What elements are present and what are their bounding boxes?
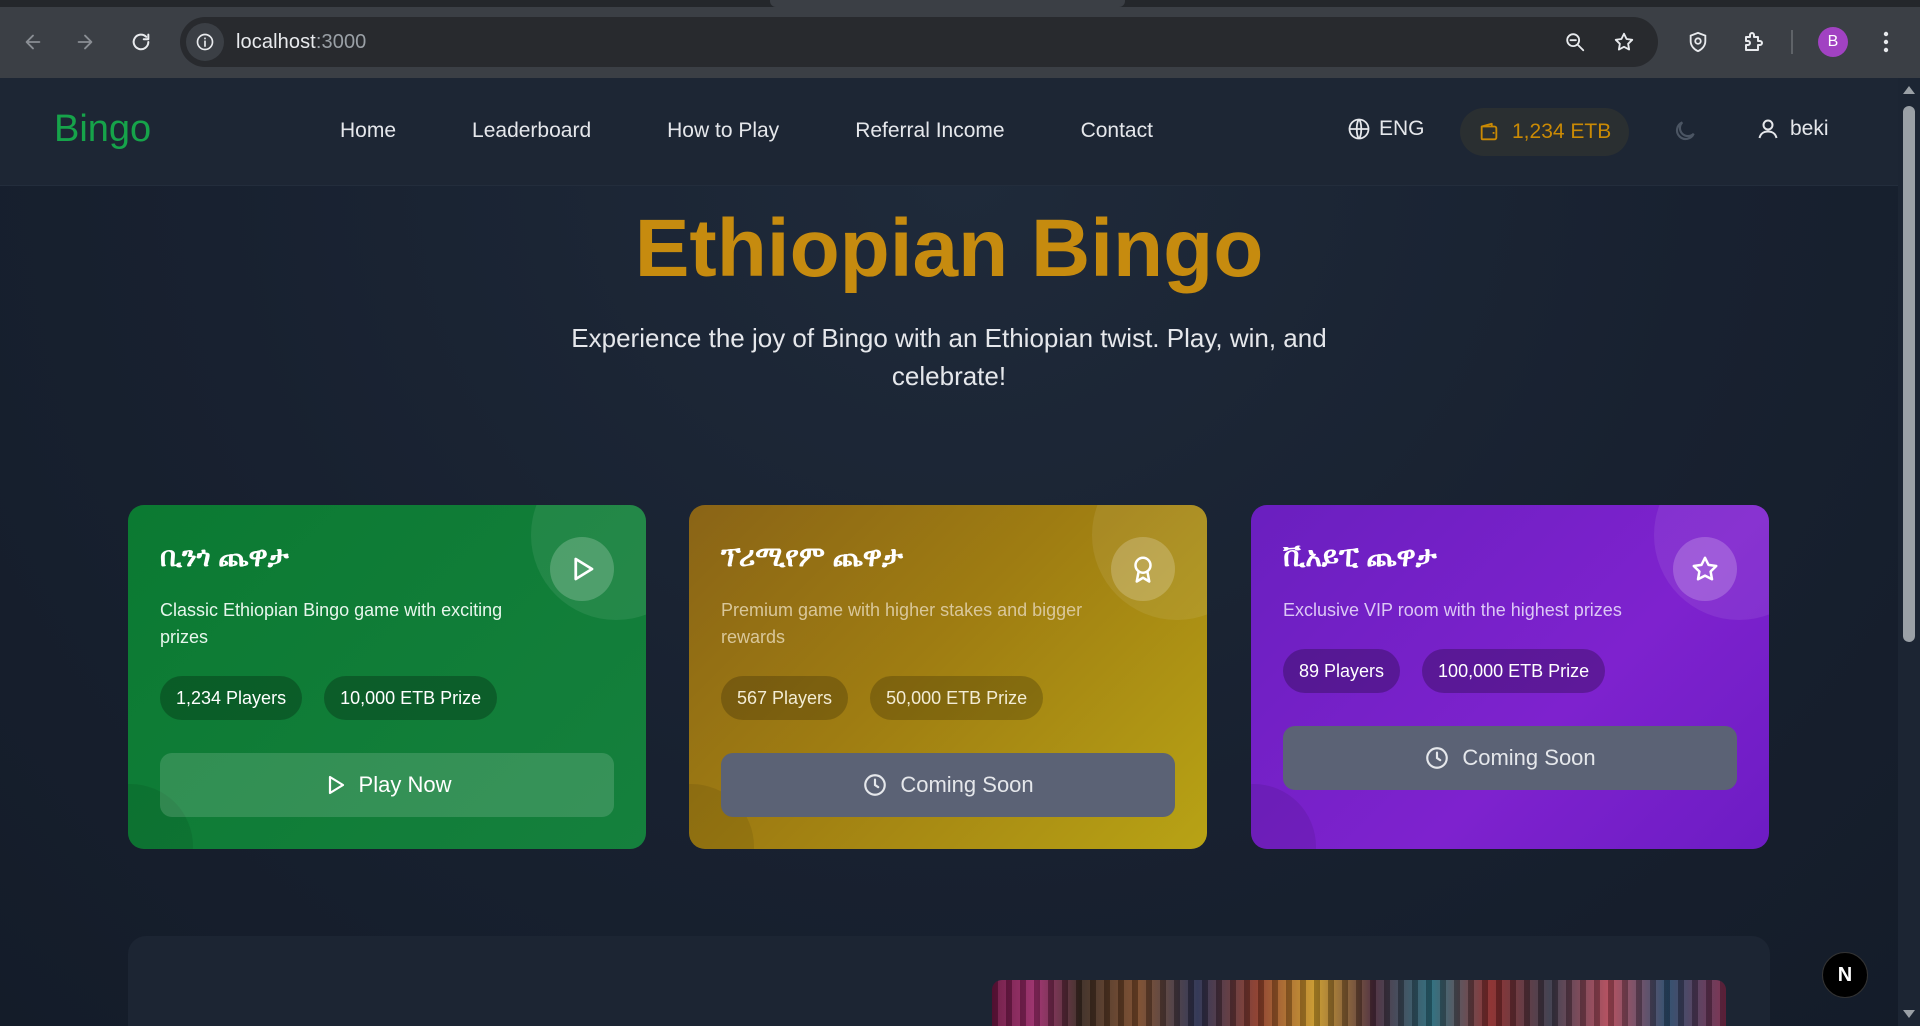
extensions-puzzle-icon[interactable] [1734, 22, 1774, 62]
game-card-vip: ቪአይፒ ጨዋታ Exclusive VIP room with the hig… [1251, 505, 1769, 849]
award-icon [1111, 537, 1175, 601]
nav-home[interactable]: Home [340, 119, 396, 143]
url-text[interactable]: localhost:3000 [236, 31, 366, 54]
language-switcher[interactable]: ENG [1347, 117, 1425, 141]
players-badge: 1,234 Players [160, 676, 303, 720]
button-label: Play Now [358, 772, 452, 797]
globe-icon [1348, 118, 1370, 140]
zoom-icon[interactable] [1555, 17, 1595, 67]
wallet-amount: 1,234 ETB [1512, 120, 1612, 143]
wallet-balance[interactable]: 1,234 ETB [1460, 108, 1630, 156]
card-title: ቢንጎ ጨዋታ [160, 541, 289, 572]
star-icon [1673, 537, 1737, 601]
language-label: ENG [1379, 117, 1425, 140]
coming-soon-button[interactable]: Coming Soon [721, 753, 1175, 817]
nav-how-to-play[interactable]: How to Play [667, 119, 779, 143]
image-texture [992, 980, 1726, 1026]
back-button[interactable] [14, 23, 52, 61]
wallet-icon [1480, 122, 1498, 141]
card-decoration [1251, 784, 1316, 849]
play-now-button[interactable]: Play Now [160, 753, 614, 817]
hero-subtitle: Experience the joy of Bingo with an Ethi… [571, 323, 1327, 391]
moon-icon [1675, 121, 1695, 141]
card-description: Premium game with higher stakes and bigg… [721, 600, 1083, 647]
clock-icon [1426, 747, 1449, 769]
address-bar[interactable]: localhost:3000 [180, 17, 1658, 67]
game-card-bingo: ቢንጎ ጨዋታ Classic Ethiopian Bingo game wit… [128, 505, 646, 849]
card-title: ፕሪሚየም ጨዋታ [721, 541, 903, 572]
main-nav: Home Leaderboard How to Play Referral In… [340, 119, 1229, 143]
bookmark-star-icon[interactable] [1604, 17, 1644, 67]
nav-leaderboard[interactable]: Leaderboard [472, 119, 591, 143]
play-icon [328, 775, 344, 795]
card-stats: 1,234 Players 10,000 ETB Prize [160, 676, 498, 720]
button-label: Coming Soon [900, 772, 1034, 797]
arrow-right-icon [77, 34, 93, 50]
prize-badge: 100,000 ETB Prize [1422, 649, 1606, 693]
browser-menu-icon[interactable] [1866, 22, 1906, 62]
hero-title: Ethiopian Bingo [634, 203, 1264, 294]
toolbar-divider [1791, 30, 1793, 54]
user-menu[interactable]: beki [1756, 117, 1829, 141]
user-icon [1758, 119, 1778, 139]
page-scrollbar[interactable] [1898, 78, 1920, 1026]
theme-toggle[interactable] [1672, 118, 1698, 149]
card-description: Classic Ethiopian Bingo game with exciti… [160, 600, 503, 647]
nextjs-dev-badge[interactable]: N [1822, 952, 1868, 998]
card-stats: 567 Players 50,000 ETB Prize [721, 676, 1044, 720]
profile-button[interactable]: B [1813, 22, 1853, 62]
card-description: Exclusive VIP room with the highest priz… [1283, 600, 1622, 620]
card-title: ቪአይፒ ጨዋታ [1283, 541, 1437, 572]
nav-contact[interactable]: Contact [1081, 119, 1153, 143]
url-host: localhost [236, 30, 316, 53]
shield-extension-icon[interactable] [1678, 22, 1718, 62]
profile-avatar: B [1818, 27, 1848, 57]
scrollbar-thumb[interactable] [1903, 106, 1915, 642]
url-port: :3000 [315, 30, 367, 53]
game-card-premium: ፕሪሚየም ጨዋታ Premium game with higher stake… [689, 505, 1207, 849]
card-stats: 89 Players 100,000 ETB Prize [1283, 649, 1606, 693]
coming-soon-button[interactable]: Coming Soon [1283, 726, 1737, 790]
active-tab[interactable] [770, 0, 1125, 7]
players-badge: 567 Players [721, 676, 849, 720]
browser-chrome: localhost:3000 B [0, 0, 1920, 78]
site-logo[interactable]: Bingo [54, 108, 151, 151]
button-label: Coming Soon [1462, 745, 1596, 770]
scroll-down-arrow[interactable] [1903, 1010, 1915, 1018]
prize-badge: 10,000 ETB Prize [324, 676, 498, 720]
tab-strip [0, 0, 1920, 7]
play-icon [550, 537, 614, 601]
page-viewport: Bingo Home Leaderboard How to Play Refer… [0, 78, 1920, 1026]
site-header: Bingo Home Leaderboard How to Play Refer… [0, 78, 1898, 186]
username: beki [1790, 117, 1829, 140]
forward-button[interactable] [66, 23, 104, 61]
prize-badge: 50,000 ETB Prize [870, 676, 1044, 720]
reload-icon [132, 33, 150, 51]
arrow-left-icon [25, 34, 41, 50]
site-info-icon[interactable] [186, 23, 224, 61]
players-badge: 89 Players [1283, 649, 1401, 693]
reload-button[interactable] [122, 23, 160, 61]
nav-referral-income[interactable]: Referral Income [855, 119, 1004, 143]
feature-image [992, 980, 1726, 1026]
clock-icon [864, 774, 887, 796]
scroll-up-arrow[interactable] [1903, 86, 1915, 94]
